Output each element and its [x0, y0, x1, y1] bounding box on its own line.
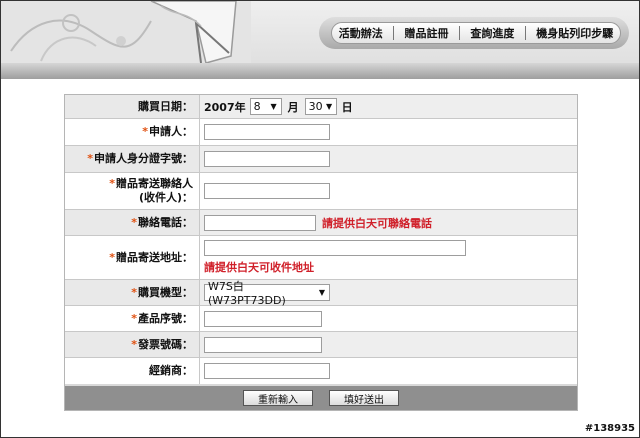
invoice-label: * 發票號碼：	[65, 332, 200, 357]
month-unit: 月	[287, 100, 299, 114]
address-input[interactable]	[204, 240, 466, 256]
chevron-down-icon: ▼	[318, 288, 326, 297]
chevron-down-icon: ▼	[326, 102, 333, 111]
nav-label-print-steps[interactable]: 機身貼列印步驟	[533, 25, 616, 41]
nav-check-progress[interactable]: 查詢進度	[467, 25, 517, 41]
required-star-icon: *	[131, 215, 137, 229]
required-star-icon: *	[131, 285, 137, 299]
phone-hint: 請提供白天可聯絡電話	[322, 216, 432, 230]
address-value: 請提供白天可收件地址	[200, 236, 577, 279]
row-dealer: 經銷商：	[65, 358, 577, 384]
invoice-value	[200, 332, 577, 357]
row-purchase-date: 購買日期： 2007年 8 ▼ 月 30 ▼ 日	[65, 95, 577, 119]
purchase-year: 2007年	[204, 100, 246, 114]
dealer-value	[200, 358, 577, 384]
row-gift-contact: *贈品寄送聯絡人 (收件人)：	[65, 173, 577, 210]
row-applicant: * 申請人：	[65, 119, 577, 146]
required-star-icon: *	[131, 311, 137, 325]
address-label: * 贈品寄送地址：	[65, 236, 200, 279]
required-star-icon: *	[109, 177, 115, 190]
required-star-icon: *	[109, 250, 115, 264]
applicant-id-label: * 申請人身分證字號：	[65, 146, 200, 172]
nav-gift-registration[interactable]: 贈品註冊	[402, 25, 452, 41]
month-select[interactable]: 8 ▼	[249, 98, 282, 115]
required-star-icon: *	[131, 337, 137, 351]
header: 活動辦法 贈品註冊 查詢進度 機身貼列印步驟	[1, 1, 639, 79]
day-select[interactable]: 30 ▼	[304, 98, 337, 115]
applicant-id-value	[200, 146, 577, 172]
nav-divider	[458, 26, 460, 40]
floral-laptop-decoration-icon	[1, 1, 251, 63]
address-hint: 請提供白天可收件地址	[204, 261, 314, 274]
serial-value	[200, 306, 577, 331]
purchase-date-label: 購買日期：	[65, 95, 200, 118]
row-phone: * 聯絡電話： 請提供白天可聯絡電話	[65, 210, 577, 236]
serial-label: * 產品序號：	[65, 306, 200, 331]
invoice-input[interactable]	[204, 336, 322, 353]
phone-label: * 聯絡電話：	[65, 210, 200, 235]
row-serial: * 產品序號：	[65, 306, 577, 332]
day-unit: 日	[341, 100, 353, 114]
purchase-date-value: 2007年 8 ▼ 月 30 ▼ 日	[200, 95, 577, 118]
nav-bar: 活動辦法 贈品註冊 查詢進度 機身貼列印步驟	[331, 22, 621, 44]
gift-contact-label-line2: (收件人)：	[138, 191, 193, 204]
nav-activity-rules[interactable]: 活動辦法	[336, 25, 386, 41]
button-bar: 重新輸入 填好送出	[65, 384, 577, 410]
page-frame: 活動辦法 贈品註冊 查詢進度 機身貼列印步驟 購買日期： 2007年 8 ▼ 月	[0, 0, 640, 438]
applicant-id-input[interactable]	[204, 151, 330, 167]
phone-input[interactable]	[204, 214, 316, 231]
required-star-icon: *	[142, 125, 148, 138]
gift-contact-label-line1: *贈品寄送聯絡人	[109, 177, 193, 190]
model-select[interactable]: W7S白 (W73PT73DD) ▼	[204, 280, 330, 307]
row-applicant-id: * 申請人身分證字號：	[65, 146, 577, 173]
nav-divider	[524, 26, 526, 40]
row-model: * 購買機型： W7S白 (W73PT73DD) ▼	[65, 280, 577, 307]
model-label: * 購買機型：	[65, 280, 200, 305]
applicant-label: * 申請人：	[65, 119, 200, 145]
nav-divider	[393, 26, 395, 40]
gift-contact-input[interactable]	[204, 183, 330, 199]
chevron-down-icon: ▼	[270, 102, 277, 111]
header-band	[1, 63, 639, 79]
applicant-input[interactable]	[204, 124, 330, 140]
applicant-value	[200, 119, 577, 145]
row-address: * 贈品寄送地址： 請提供白天可收件地址	[65, 236, 577, 280]
gift-contact-value	[200, 173, 577, 209]
row-invoice: * 發票號碼：	[65, 332, 577, 358]
dealer-label: 經銷商：	[65, 358, 200, 384]
required-star-icon: *	[87, 152, 93, 165]
gift-contact-label: *贈品寄送聯絡人 (收件人)：	[65, 173, 200, 209]
watermark-id: #138935	[584, 423, 635, 434]
registration-form: 購買日期： 2007年 8 ▼ 月 30 ▼ 日 * 申請人： * 申請人身分證…	[64, 94, 578, 411]
serial-input[interactable]	[204, 310, 322, 327]
dealer-input[interactable]	[204, 363, 330, 379]
phone-value: 請提供白天可聯絡電話	[200, 210, 577, 235]
main-nav: 活動辦法 贈品註冊 查詢進度 機身貼列印步驟	[319, 17, 629, 49]
reset-button[interactable]: 重新輸入	[243, 390, 313, 406]
submit-button[interactable]: 填好送出	[329, 390, 399, 406]
model-value: W7S白 (W73PT73DD) ▼	[200, 280, 577, 307]
